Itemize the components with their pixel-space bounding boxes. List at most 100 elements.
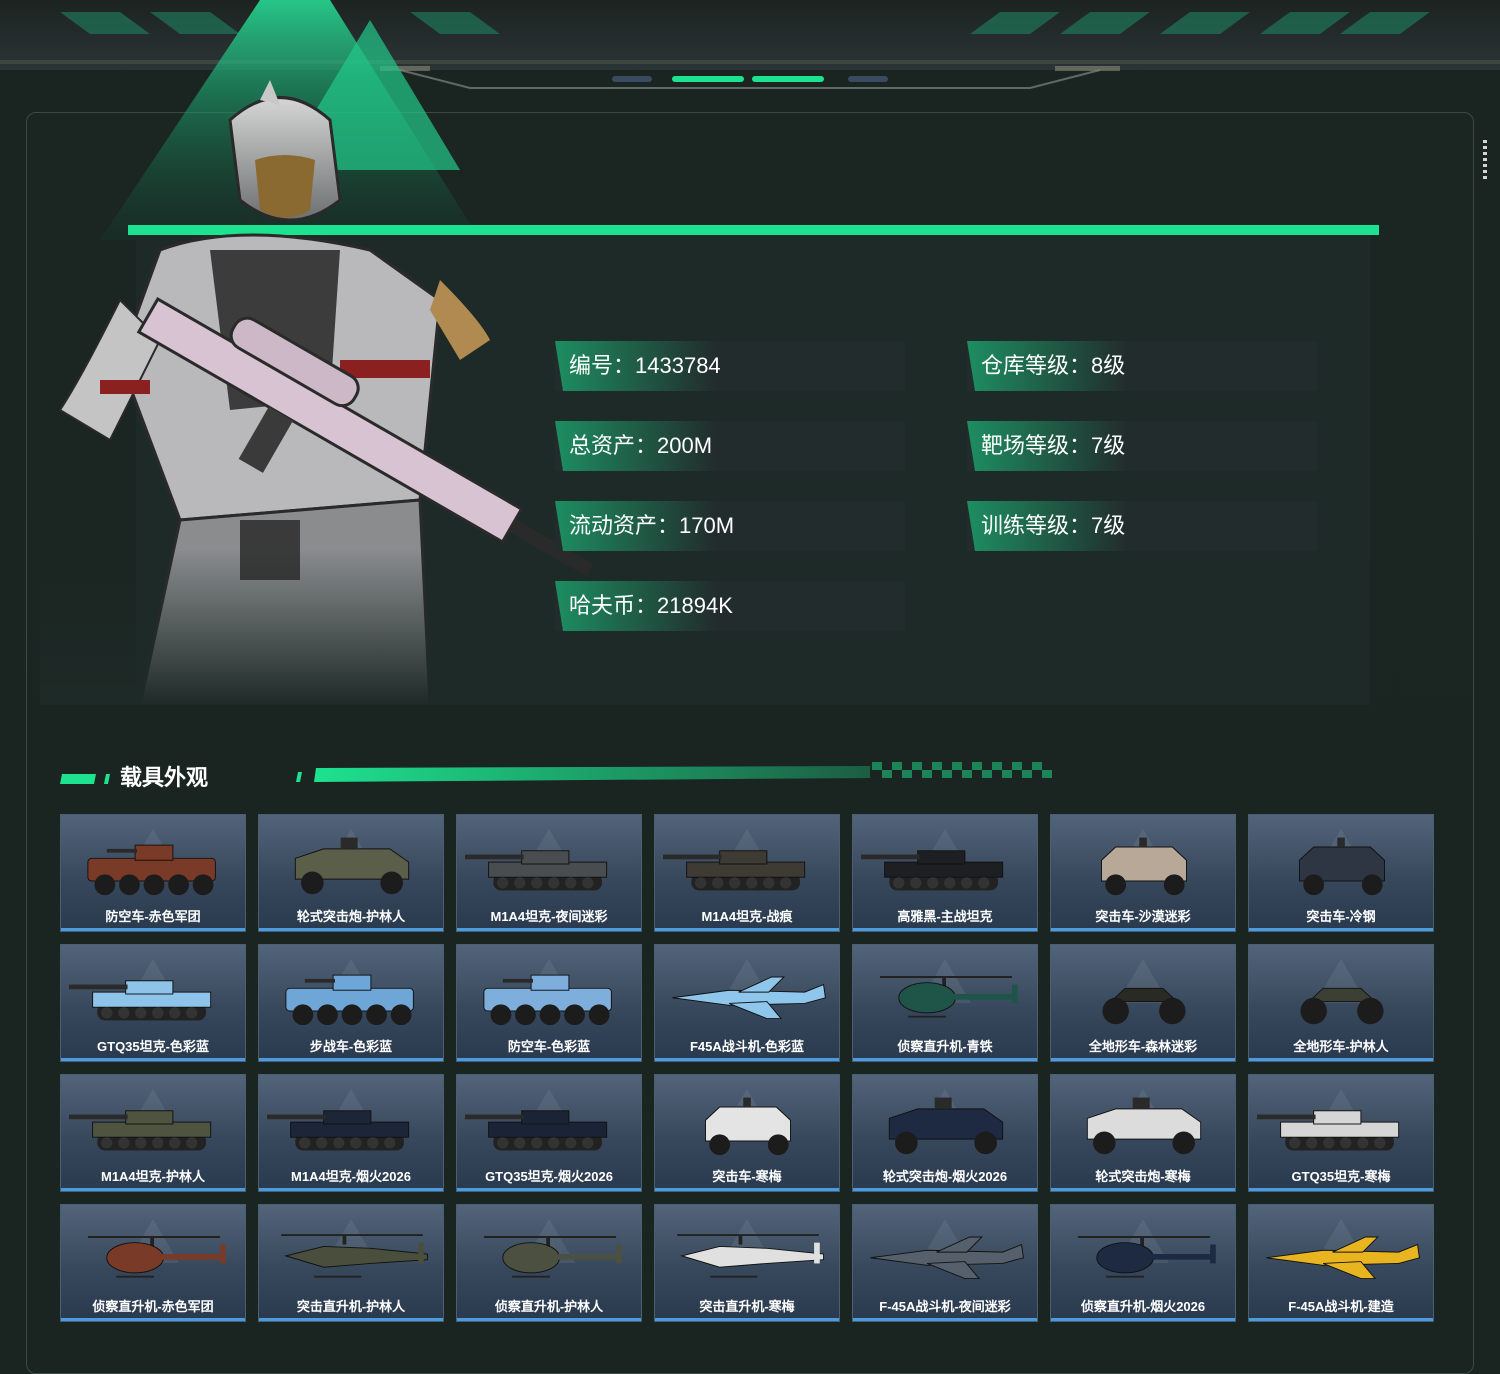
stat-label: 哈夫币： [569,593,658,618]
vehicle-card[interactable]: GTQ35坦克-烟火2026 [456,1074,642,1192]
vehicle-card[interactable]: 侦察直升机-护林人 [456,1204,642,1322]
attack-helicopter-icon [677,1234,825,1278]
vehicle-label: 突击车-沙漠迷彩 [1095,909,1191,924]
helicopter-icon [483,1236,622,1278]
stat-value: 7级 [1091,433,1126,458]
stat-label: 仓库等级： [981,353,1092,378]
vehicle-label: 侦察直升机-青铁 [897,1039,993,1054]
vehicle-label: GTQ35坦克-寒梅 [1291,1169,1391,1184]
vehicle-card[interactable]: M1A4坦克-夜间迷彩 [456,814,642,932]
vehicle-card[interactable]: 侦察直升机-青铁 [852,944,1038,1062]
vehicle-card[interactable]: 防空车-赤色军团 [60,814,246,932]
apc-icon [285,974,414,1026]
soldier-character-image [40,80,600,705]
vehicle-card[interactable]: 突击车-沙漠迷彩 [1050,814,1236,932]
tank-icon [465,850,608,891]
vehicle-label: 防空车-赤色军团 [105,909,201,924]
vehicle-label: 突击车-寒梅 [712,1169,782,1184]
stat-haf-coin: 哈夫币：21894K [555,581,905,631]
vehicle-label: 全地形车-护林人 [1293,1039,1389,1054]
stat-value: 170M [679,513,735,538]
tank-icon [861,850,1004,891]
vehicle-card[interactable]: 轮式突击炮-寒梅 [1050,1074,1236,1192]
vehicle-label: M1A4坦克-夜间迷彩 [490,909,608,924]
vehicle-card[interactable]: F45A战斗机-色彩蓝 [654,944,840,1062]
stat-value: 8级 [1091,353,1126,378]
jet-icon [1266,1236,1420,1280]
stat-liquid-assets: 流动资产：170M [555,501,905,551]
vehicle-card[interactable]: 步战车-色彩蓝 [258,944,444,1062]
vehicle-card[interactable]: 突击车-冷钢 [1248,814,1434,932]
vehicle-label: 轮式突击炮-护林人 [296,909,406,924]
apc-icon [483,974,612,1026]
stat-label: 编号： [569,353,636,378]
stat-value: 1433784 [635,353,721,378]
assault-car-icon [1299,837,1385,896]
armored-car-icon [294,837,410,895]
vehicle-label: F-45A战斗机-建造 [1288,1299,1394,1314]
vehicle-card[interactable]: 侦察直升机-烟火2026 [1050,1204,1236,1322]
vehicle-card[interactable]: F-45A战斗机-夜间迷彩 [852,1204,1038,1322]
vehicle-card[interactable]: GTQ35坦克-寒梅 [1248,1074,1434,1192]
vehicle-card[interactable]: M1A4坦克-护林人 [60,1074,246,1192]
stat-warehouse-level: 仓库等级：8级 [967,341,1317,391]
vehicle-label: 轮式突击炮-烟火2026 [882,1169,1008,1184]
assault-car-icon [705,1097,791,1156]
helicopter-icon [879,976,1018,1018]
tank-icon [69,980,212,1021]
atv-icon [1300,987,1384,1025]
vehicle-card[interactable]: 全地形车-护林人 [1248,944,1434,1062]
vehicle-label: 突击直升机-寒梅 [699,1299,795,1314]
vehicle-card[interactable]: 轮式突击炮-护林人 [258,814,444,932]
vehicle-card[interactable]: 高雅黑-主战坦克 [852,814,1038,932]
stat-training-level: 训练等级：7级 [967,501,1317,551]
vehicle-card[interactable]: F-45A战斗机-建造 [1248,1204,1434,1322]
vehicle-label: 侦察直升机-赤色军团 [92,1299,214,1314]
vehicle-label: 防空车-色彩蓝 [507,1039,591,1054]
vehicle-card[interactable]: 突击直升机-寒梅 [654,1204,840,1322]
stat-value: 7级 [1091,513,1126,538]
vehicle-label: F-45A战斗机-夜间迷彩 [879,1299,1011,1314]
vehicle-card[interactable]: M1A4坦克-战痕 [654,814,840,932]
stat-label: 靶场等级： [981,433,1092,458]
vehicle-label: 全地形车-森林迷彩 [1088,1039,1198,1054]
assault-car-icon [1101,837,1187,896]
vehicle-card[interactable]: 侦察直升机-赤色军团 [60,1204,246,1322]
armored-car-icon [888,1097,1004,1155]
vehicle-label: 侦察直升机-烟火2026 [1080,1299,1206,1314]
stat-value: 21894K [657,593,733,618]
vehicle-card[interactable]: GTQ35坦克-色彩蓝 [60,944,246,1062]
vehicle-label: M1A4坦克-战痕 [701,909,793,924]
vehicle-label: GTQ35坦克-色彩蓝 [97,1039,209,1054]
helicopter-icon [1077,1236,1216,1278]
stat-range-level: 靶场等级：7级 [967,421,1317,471]
vehicle-label: 高雅黑-主战坦克 [897,909,993,924]
stat-label: 训练等级： [981,513,1092,538]
vehicle-card[interactable]: 全地形车-森林迷彩 [1050,944,1236,1062]
vehicle-label: 突击车-冷钢 [1306,909,1376,924]
attack-helicopter-icon [281,1234,429,1278]
vehicle-label: 侦察直升机-护林人 [494,1299,604,1314]
vehicle-card[interactable]: 防空车-色彩蓝 [456,944,642,1062]
atv-icon [1102,987,1186,1025]
tank-icon [465,1110,608,1151]
tank-icon [69,1110,212,1151]
vehicle-card[interactable]: 轮式突击炮-烟火2026 [852,1074,1038,1192]
vehicle-label: F45A战斗机-色彩蓝 [689,1039,805,1054]
vehicle-label: 突击直升机-护林人 [296,1299,406,1314]
vehicle-card[interactable]: M1A4坦克-烟火2026 [258,1074,444,1192]
jet-icon [870,1236,1024,1280]
stat-label: 流动资产： [569,513,680,538]
vehicle-card[interactable]: 突击直升机-护林人 [258,1204,444,1322]
section-header-decoration [60,762,1052,784]
vehicle-label: GTQ35坦克-烟火2026 [485,1169,613,1184]
stat-id: 编号：1433784 [555,341,905,391]
vehicle-label: 步战车-色彩蓝 [309,1039,393,1054]
stat-label: 总资产： [569,433,658,458]
tank-icon [267,1110,410,1151]
tank-icon [663,850,806,891]
scroll-indicator [1483,140,1487,179]
stat-total-assets: 总资产：200M [555,421,905,471]
apc-icon [87,844,216,896]
vehicle-card[interactable]: 突击车-寒梅 [654,1074,840,1192]
